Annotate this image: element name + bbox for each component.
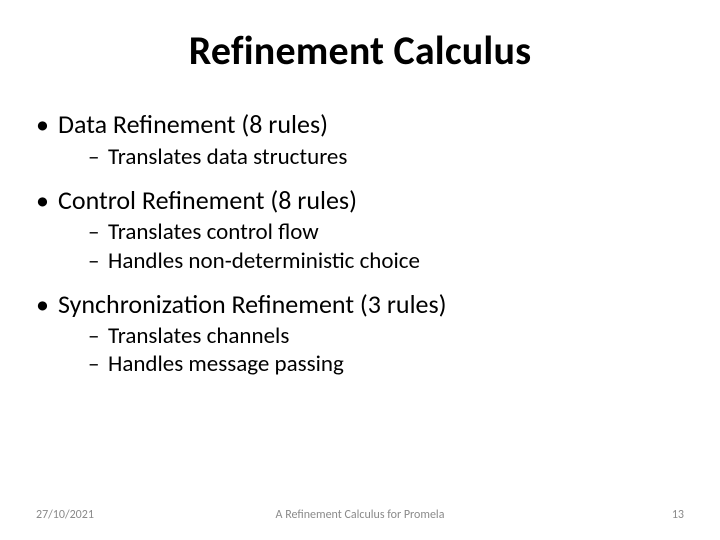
sub-bullet-list: –Translates channels –Handles message pa… [36,322,684,378]
dash-icon: – [88,247,108,275]
bullet-label: Synchronization Refinement (3 rules) [58,288,447,320]
sub-bullet-item: –Handles non-deterministic choice [88,247,684,275]
sub-bullet-item: –Translates channels [88,322,684,350]
bullet-item: •Synchronization Refinement (3 rules) –T… [36,289,684,379]
sub-bullet-label: Translates control flow [108,218,319,246]
bullet-icon: • [36,185,58,217]
sub-bullet-item: –Translates data structures [88,143,684,171]
sub-bullet-list: –Translates control flow –Handles non-de… [36,218,684,274]
slide-body: •Data Refinement (8 rules) –Translates d… [36,109,684,378]
sub-bullet-label: Handles non-deterministic choice [108,247,420,275]
slide: Refinement Calculus •Data Refinement (8 … [0,0,720,540]
bullet-list: •Data Refinement (8 rules) –Translates d… [36,109,684,378]
sub-bullet-label: Translates data structures [108,143,347,171]
slide-title: Refinement Calculus [36,26,684,75]
bullet-item: •Control Refinement (8 rules) –Translate… [36,185,684,275]
bullet-icon: • [36,109,58,141]
sub-bullet-item: –Translates control flow [88,218,684,246]
slide-footer: 27/10/2021 A Refinement Calculus for Pro… [36,508,684,522]
sub-bullet-label: Handles message passing [108,350,344,378]
dash-icon: – [88,350,108,378]
bullet-item: •Data Refinement (8 rules) –Translates d… [36,109,684,171]
sub-bullet-label: Translates channels [108,322,289,350]
footer-title: A Refinement Calculus for Promela [36,508,684,522]
bullet-icon: • [36,289,58,321]
dash-icon: – [88,322,108,350]
dash-icon: – [88,143,108,171]
bullet-label: Data Refinement (8 rules) [58,108,328,140]
sub-bullet-list: –Translates data structures [36,143,684,171]
bullet-label: Control Refinement (8 rules) [58,184,357,216]
sub-bullet-item: –Handles message passing [88,350,684,378]
dash-icon: – [88,218,108,246]
